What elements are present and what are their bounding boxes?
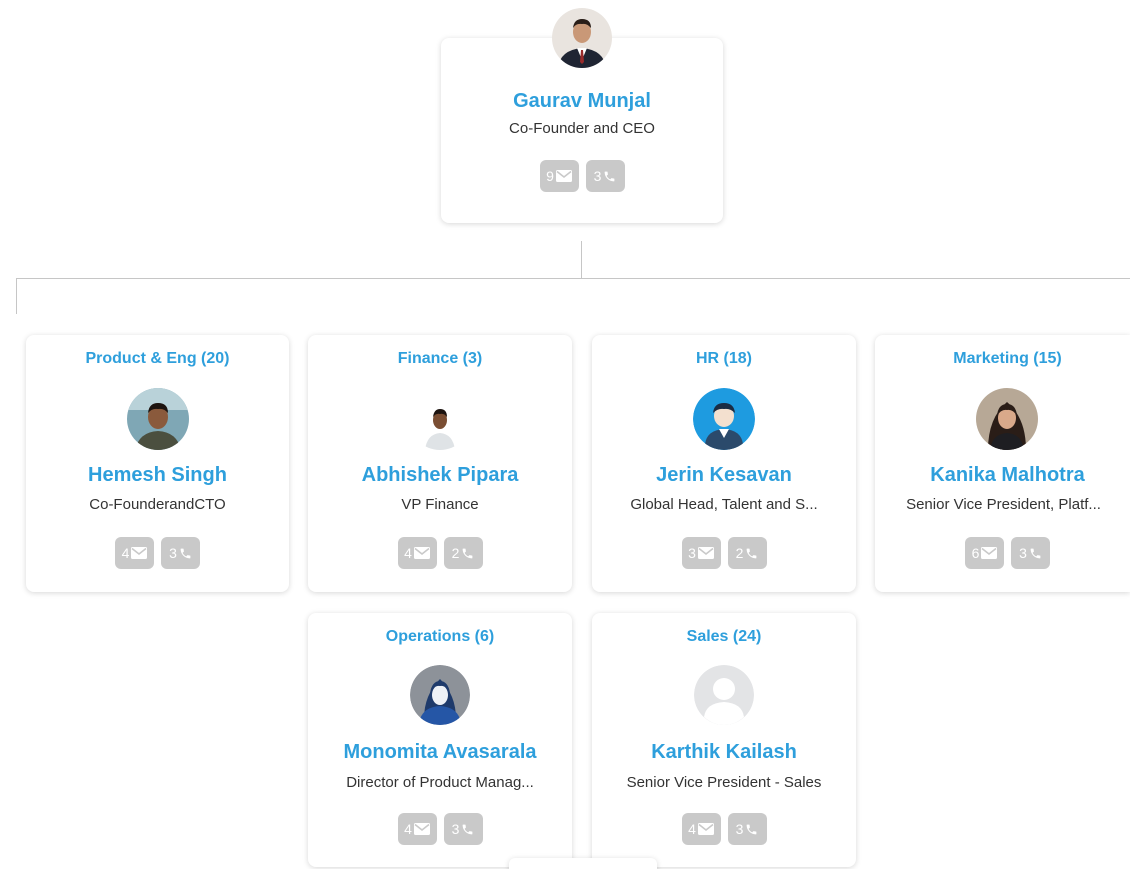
email-count: 4 xyxy=(404,545,412,561)
person-photo-suit-icon xyxy=(552,8,612,68)
contact-badges: 4 3 xyxy=(26,537,289,569)
phone-count: 3 xyxy=(451,821,460,837)
envelope-icon xyxy=(555,170,572,182)
org-card-sales[interactable]: Sales (24) Karthik Kailash Senior Vice P… xyxy=(592,613,856,867)
department-label[interactable]: Product & Eng (20) xyxy=(26,350,289,368)
person-name[interactable]: Monomita Avasarala xyxy=(308,741,572,764)
phone-count: 3 xyxy=(593,168,602,184)
avatar xyxy=(552,8,612,68)
person-title: Senior Vice President, Platf... xyxy=(906,496,1101,513)
phone-badge[interactable]: 3 xyxy=(1011,537,1050,569)
phone-badge[interactable]: 3 xyxy=(443,813,483,845)
email-badge[interactable]: 6 xyxy=(965,537,1004,569)
org-card-operations[interactable]: Operations (6) Monomita Avasarala Direct… xyxy=(308,613,572,867)
envelope-icon xyxy=(697,823,714,835)
phone-count: 2 xyxy=(735,545,744,561)
avatar xyxy=(409,388,471,450)
person-name[interactable]: Jerin Kesavan xyxy=(592,464,856,487)
phone-badge[interactable]: 3 xyxy=(727,813,767,845)
phone-badge[interactable]: 3 xyxy=(161,537,200,569)
phone-icon xyxy=(747,824,757,834)
phone-badge[interactable]: 3 xyxy=(585,160,625,192)
email-count: 4 xyxy=(121,545,130,561)
email-count: 4 xyxy=(404,821,412,837)
phone-count: 2 xyxy=(451,545,460,561)
email-count: 6 xyxy=(971,545,980,561)
email-count: 9 xyxy=(546,168,554,184)
avatar xyxy=(126,388,189,450)
contact-badges: 6 3 xyxy=(885,537,1130,569)
department-label[interactable]: Marketing (15) xyxy=(885,350,1130,368)
phone-count: 3 xyxy=(169,545,177,561)
department-label[interactable]: HR (18) xyxy=(592,350,856,368)
female-placeholder-icon xyxy=(410,665,470,725)
connector-vertical-root xyxy=(581,241,582,278)
org-card-marketing[interactable]: Marketing (15) Kanika Malhotra Senior Vi… xyxy=(875,335,1130,592)
phone-icon xyxy=(605,171,615,181)
org-card-product-eng[interactable]: Product & Eng (20) Hemesh Singh Co-Found… xyxy=(26,335,289,592)
email-badge[interactable]: 3 xyxy=(681,537,721,569)
envelope-icon xyxy=(131,547,148,559)
person-title: VP Finance xyxy=(401,496,479,513)
connector-horizontal xyxy=(16,278,1130,279)
person-name[interactable]: Karthik Kailash xyxy=(592,741,856,764)
person-title: Co-FounderandCTO xyxy=(89,496,226,513)
person-photo-icon xyxy=(976,388,1038,450)
person-photo-icon xyxy=(409,388,471,450)
contact-badges: 9 3 xyxy=(441,160,723,192)
avatar xyxy=(976,388,1038,450)
person-name[interactable]: Hemesh Singh xyxy=(26,464,289,487)
phone-icon xyxy=(747,548,757,558)
department-label[interactable]: Finance (3) xyxy=(308,350,572,368)
email-count: 3 xyxy=(688,545,696,561)
phone-icon xyxy=(463,548,473,558)
department-label[interactable]: Operations (6) xyxy=(308,628,572,646)
email-count: 4 xyxy=(688,821,696,837)
phone-icon xyxy=(1030,548,1041,558)
org-card-root[interactable]: Gaurav Munjal Co-Founder and CEO 9 3 xyxy=(441,8,723,223)
department-label[interactable]: Sales (24) xyxy=(592,628,856,646)
org-card-finance[interactable]: Finance (3) Abhishek Pipara VP Finance 4… xyxy=(308,335,572,592)
phone-count: 3 xyxy=(735,821,744,837)
phone-icon xyxy=(463,824,473,834)
phone-badge[interactable]: 2 xyxy=(443,537,483,569)
avatar xyxy=(410,665,470,725)
connector-vertical-left xyxy=(16,278,17,314)
person-name[interactable]: Gaurav Munjal xyxy=(441,90,723,113)
male-placeholder-icon xyxy=(693,388,755,450)
email-badge[interactable]: 4 xyxy=(397,813,437,845)
phone-badge[interactable]: 2 xyxy=(727,537,767,569)
envelope-icon xyxy=(413,547,430,559)
email-badge[interactable]: 4 xyxy=(681,813,721,845)
avatar xyxy=(693,388,755,450)
person-title: Senior Vice President - Sales xyxy=(626,774,822,791)
email-badge[interactable]: 4 xyxy=(115,537,154,569)
org-card-hr[interactable]: HR (18) Jerin Kesavan Global Head, Talen… xyxy=(592,335,856,592)
person-title: Global Head, Talent and S... xyxy=(630,496,818,513)
contact-badges: 4 3 xyxy=(592,813,856,845)
email-badge[interactable]: 4 xyxy=(397,537,437,569)
person-photo-icon xyxy=(126,388,189,450)
contact-badges: 4 2 xyxy=(308,537,572,569)
envelope-icon xyxy=(697,547,714,559)
phone-count: 3 xyxy=(1019,545,1027,561)
envelope-icon xyxy=(981,547,998,559)
person-name[interactable]: Kanika Malhotra xyxy=(885,464,1130,487)
email-badge[interactable]: 9 xyxy=(539,160,579,192)
person-title: Director of Product Manag... xyxy=(346,774,534,791)
contact-badges: 3 2 xyxy=(592,537,856,569)
avatar xyxy=(694,665,754,725)
org-card-partial[interactable] xyxy=(509,858,657,869)
contact-badges: 4 3 xyxy=(308,813,572,845)
person-title: Co-Founder and CEO xyxy=(509,120,655,137)
envelope-icon xyxy=(413,823,430,835)
person-name[interactable]: Abhishek Pipara xyxy=(308,464,572,487)
default-user-icon xyxy=(694,665,754,725)
phone-icon xyxy=(180,548,191,558)
